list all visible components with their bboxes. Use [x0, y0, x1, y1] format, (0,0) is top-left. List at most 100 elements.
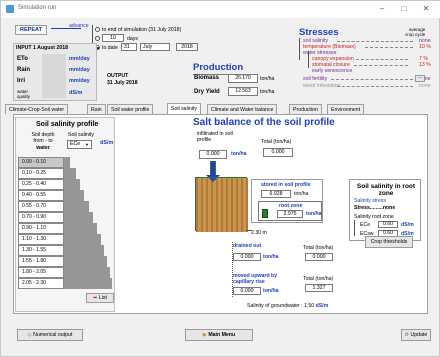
- days-radio[interactable]: [95, 36, 100, 41]
- maximize-button[interactable]: □: [395, 3, 413, 15]
- dry-yield-unit: ton/ha: [260, 89, 275, 95]
- app-icon: [6, 5, 14, 13]
- to-year-field[interactable]: 2018: [176, 43, 198, 51]
- col-water-label: water: [36, 145, 50, 151]
- stress-value: none: [419, 83, 431, 89]
- root-zone-box: root zone 2.975 ton/ha: [258, 201, 322, 221]
- output-date: 31 July 2018: [107, 80, 138, 86]
- rain-label: Rain: [17, 67, 31, 73]
- moved-value: 0.000: [233, 287, 261, 295]
- moved-total-label: Total (ton/ha): [303, 276, 334, 282]
- drained-total-label: Total (ton/ha): [303, 245, 334, 251]
- tab-climate-water-balance[interactable]: Climate and Water balance: [207, 104, 278, 114]
- tab-environment[interactable]: Environment: [327, 104, 365, 114]
- depth-row: 1.10 - 1.30: [18, 234, 64, 245]
- infiltrated-label: infiltrated in soil profile: [197, 131, 233, 143]
- salinity-select[interactable]: ECe ▼: [67, 140, 92, 149]
- depth-row: 0.00 - 0.10: [18, 157, 64, 168]
- salinity-bar: [64, 223, 97, 234]
- input-values-column: [42, 54, 66, 98]
- moved-unit: ton/ha: [263, 288, 279, 294]
- groundwater-text: Salinity of groundwater : 1.50: [247, 303, 315, 309]
- ece-value: 0.60: [378, 221, 398, 228]
- stress-label: early senescence: [312, 68, 353, 74]
- root-zone-label: root zone: [279, 203, 303, 209]
- depth-row: 0.90 - 1.10: [18, 223, 64, 234]
- diamond-icon: ◇: [27, 332, 32, 338]
- depth-row: 0.55 - 0.70: [18, 201, 64, 212]
- groundwater-label: Salinity of groundwater : 1.50 dS/m: [247, 303, 328, 309]
- simulation-window: Simulation run – □ ✕ REPEAT advance to e…: [0, 0, 440, 357]
- eto-unit: mm/day: [69, 56, 90, 62]
- numerical-output-button[interactable]: ◇ Numerical output: [17, 329, 83, 341]
- drained-label: drained out: [233, 243, 262, 249]
- infiltrated-total-label: Total (ton/ha): [261, 139, 292, 145]
- to-month-select[interactable]: July: [140, 43, 170, 51]
- irri-label: Irri: [17, 78, 26, 84]
- stress-label: weed infestation: [303, 83, 341, 89]
- biomass-unit: ton/ha: [260, 76, 275, 82]
- salinity-bar: [64, 190, 84, 201]
- water-quality-label: water quality: [17, 89, 31, 99]
- leader-line: [337, 86, 413, 87]
- drained-value: 0.000: [233, 253, 261, 261]
- drained-unit: ton/ha: [263, 254, 279, 260]
- salinity-bar: [64, 256, 107, 267]
- drained-total-value: 0.000: [305, 253, 333, 261]
- main-menu-button[interactable]: ▶ Main Menu: [185, 329, 253, 341]
- output-title: OUTPUT: [107, 73, 129, 79]
- infiltrated-value: 0.000: [199, 150, 227, 159]
- salinity-rows: 0.00 - 0.10 0.10 - 0.25 0.25 - 0.40 0.40…: [16, 157, 114, 289]
- list-button-label: List: [98, 295, 107, 301]
- depth-label: 2.30 m: [251, 230, 267, 236]
- surface-line: [195, 177, 247, 178]
- leader-line: [331, 79, 413, 80]
- root-zone-value: 2.975: [277, 210, 303, 218]
- crop-thresholds-button[interactable]: Crop thresholds: [365, 236, 413, 248]
- salinity-bar: [64, 212, 93, 223]
- soil-column: [195, 177, 248, 232]
- depth-row: 0.10 - 0.25: [18, 168, 64, 179]
- days-field[interactable]: 10: [102, 34, 124, 42]
- stress-row-senescence: early senescence: [312, 68, 432, 74]
- groundwater-unit: dS/m: [315, 303, 329, 309]
- root-zone-swatch: [262, 209, 268, 218]
- to-day-select[interactable]: 31: [121, 43, 137, 51]
- tab-production[interactable]: Production: [289, 104, 322, 114]
- salinity-bar: [64, 278, 112, 289]
- leader-line: [365, 47, 413, 48]
- to-date-label: to date: [102, 45, 118, 51]
- salinity-bar: [64, 168, 76, 179]
- advance-label: advance: [69, 23, 89, 29]
- repeat-button[interactable]: REPEAT: [15, 25, 47, 35]
- stresses-title: Stresses: [299, 27, 339, 38]
- root-zone-salinity-panel: Soil salinity in root zone Salinity stre…: [349, 179, 421, 241]
- arrow-left-icon: ➡: [93, 295, 98, 301]
- list-button[interactable]: ➡ List: [86, 293, 114, 303]
- tab-soil-water-profile[interactable]: Soil water profile: [107, 104, 154, 114]
- profile-title: Soil salinity profile: [36, 121, 99, 128]
- production-title: Production: [193, 62, 244, 73]
- minimize-button[interactable]: –: [373, 3, 391, 15]
- dry-yield-value: 12.563: [228, 87, 258, 96]
- update-button[interactable]: ⟳ Update: [401, 329, 431, 341]
- depth-row: 0.40 - 0.55: [18, 190, 64, 201]
- fertility-detail-button[interactable]: ···: [415, 75, 425, 82]
- depth-row: 1.80 - 2.05: [18, 267, 64, 278]
- tab-climate-crop-soil-water[interactable]: Climate-Crop-Soil water: [5, 104, 69, 114]
- dry-yield-label: Dry Yield: [194, 89, 220, 95]
- salt-balance-title: Salt balance of the soil profile: [193, 117, 335, 128]
- window-title: Simulation run: [18, 5, 57, 11]
- leader-line: [354, 65, 408, 66]
- salinity-unit: dS/m: [100, 140, 114, 146]
- depth-row: 1.30 - 1.55: [18, 245, 64, 256]
- leader-line: [356, 59, 408, 60]
- stresses-panel: Stresses average crop cycle soil salinit…: [297, 26, 431, 101]
- close-button[interactable]: ✕: [417, 3, 435, 15]
- end-radio[interactable]: [95, 27, 100, 32]
- depth-row: 2.05 - 2.30: [18, 278, 64, 289]
- stress-row-fertility: soil fertility none: [303, 76, 433, 82]
- tab-rain[interactable]: Rain: [87, 104, 106, 114]
- salinity-bar: [64, 245, 104, 256]
- menu-icon: ▶: [202, 332, 207, 338]
